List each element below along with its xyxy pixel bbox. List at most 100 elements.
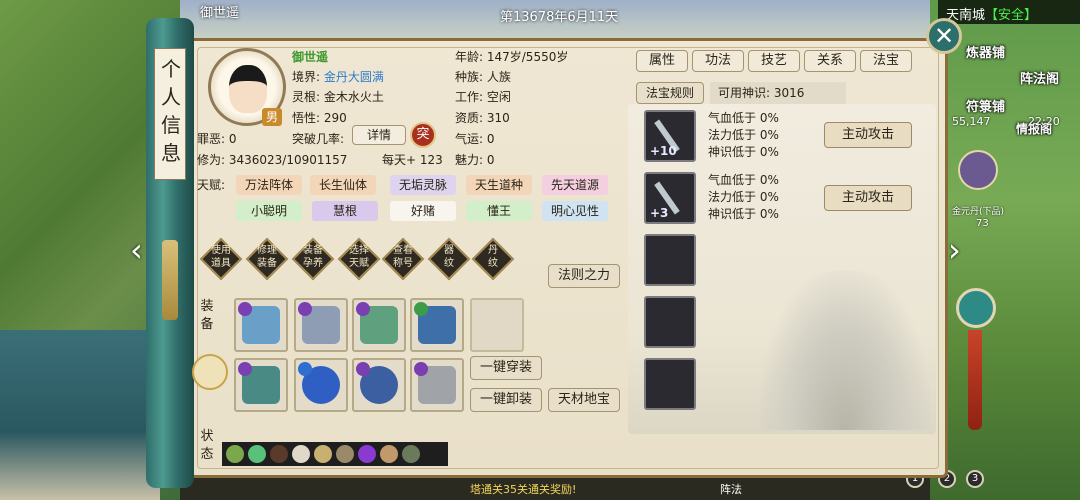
equipment-slot[interactable] (352, 298, 406, 352)
status-bar[interactable] (222, 442, 448, 466)
talent-label: 天赋: (197, 178, 226, 192)
equipment-slot[interactable] (234, 358, 288, 412)
npc-value: 73 (976, 218, 989, 229)
fabao-slot[interactable]: +3 (644, 172, 696, 224)
fabao-slot-empty[interactable] (644, 358, 696, 410)
talent-tag[interactable]: 万法阵体 (236, 175, 302, 195)
sense-condition: 神识低于 0% (708, 145, 779, 159)
fabao-slot-empty[interactable] (644, 234, 696, 286)
action-label: 纹 (444, 258, 454, 269)
tab-crafts[interactable]: 技艺 (748, 50, 800, 72)
status-effect-icon (358, 445, 376, 463)
talent-tag[interactable]: 无垢灵脉 (390, 175, 456, 195)
clock-time: 22:20 (1028, 115, 1060, 128)
law-power-button[interactable]: 法则之力 (548, 264, 620, 288)
status-effect-icon (402, 445, 420, 463)
tab-attributes[interactable]: 属性 (636, 50, 688, 72)
sin-value: 罪恶: 0 (197, 132, 237, 146)
comprehension: 悟性: 290 (292, 111, 347, 125)
talent-tag[interactable]: 懂王 (466, 201, 532, 221)
view-title-button[interactable]: 查看 称号 (381, 237, 425, 281)
fabao-slot[interactable]: +10 (644, 110, 696, 162)
equipment-slot-empty[interactable] (470, 298, 524, 352)
action-label: 称号 (393, 258, 413, 269)
choose-talent-button[interactable]: 选择 天赋 (337, 237, 381, 281)
location-bar[interactable]: 天南城【安全】 (938, 0, 1080, 24)
fabao-level: +3 (650, 206, 669, 220)
action-label: 装备 (257, 258, 277, 269)
chevron-right-icon[interactable]: › (948, 232, 984, 268)
action-label: 道具 (211, 258, 231, 269)
nurture-equipment-button[interactable]: 装备 孕养 (291, 237, 335, 281)
equipment-slot[interactable] (294, 358, 348, 412)
action-label: 孕养 (303, 258, 323, 269)
tab-fabao[interactable]: 法宝 (860, 50, 912, 72)
pill-pattern-button[interactable]: 丹纹 (471, 237, 515, 281)
fabao-conditions: 气血低于 0% 法力低于 0% 神识低于 0% (708, 172, 779, 223)
shop-talisman[interactable]: 符箓铺 (966, 96, 1005, 115)
breakthrough-button[interactable]: 突 (410, 122, 436, 148)
tab-relations[interactable]: 关系 (804, 50, 856, 72)
equipment-set-icon[interactable] (192, 354, 228, 390)
action-label: 丹 (488, 245, 498, 256)
action-label: 使用 (211, 245, 231, 256)
page-3-button[interactable]: 3 (966, 470, 984, 488)
talent-tag[interactable]: 先天道源 (542, 175, 608, 195)
equipment-label: 装备 (200, 299, 214, 332)
status-effect-icon (292, 445, 310, 463)
shop-formation[interactable]: 阵法阁 (1020, 68, 1059, 87)
repair-equipment-button[interactable]: 修理 装备 (245, 237, 289, 281)
bottom-notice[interactable]: 塔通关35关通关奖励! (470, 481, 576, 497)
equipment-slot[interactable] (352, 358, 406, 412)
talent-tag[interactable]: 天生道种 (466, 175, 532, 195)
action-label: 查看 (393, 245, 413, 256)
panel-title: 个人信息 (161, 57, 181, 165)
equipment-slot[interactable] (234, 298, 288, 352)
talent-tag[interactable]: 明心见性 (542, 201, 608, 221)
equipment-slot[interactable] (410, 298, 464, 352)
fabao-rule-button[interactable]: 法宝规则 (636, 82, 704, 104)
npc-avatar[interactable] (958, 150, 998, 190)
npc-name: 金元丹(下品) (952, 207, 1005, 217)
cultivation: 修为: 3436023/10901157 (197, 153, 348, 167)
spirit-root: 灵根: 金木水火土 (292, 90, 384, 104)
fabao-slot-empty[interactable] (644, 296, 696, 348)
use-item-button[interactable]: 使用 道具 (199, 237, 243, 281)
equipment-slot[interactable] (294, 298, 348, 352)
active-attack-button[interactable]: 主动攻击 (824, 122, 912, 148)
close-button[interactable]: ✕ (926, 18, 962, 54)
player-tag: 御世遥 (200, 6, 240, 21)
talent-tag[interactable]: 小聪明 (236, 201, 302, 221)
hp-condition: 气血低于 0% (708, 173, 779, 187)
equipment-slot[interactable] (410, 358, 464, 412)
status-effect-icon (248, 445, 266, 463)
talent-tag[interactable]: 长生仙体 (310, 175, 376, 195)
tab-skills[interactable]: 功法 (692, 50, 744, 72)
talent-tag[interactable]: 慧根 (312, 201, 378, 221)
safety-status: 【安全】 (985, 8, 1038, 23)
cultivation-per-day: 每天+ 123 (382, 153, 443, 167)
status-effect-icon (270, 445, 288, 463)
scroll-tassel-icon (162, 240, 178, 320)
fabao-level: +10 (650, 144, 677, 158)
shop-forge[interactable]: 炼器铺 (966, 42, 1005, 61)
mp-condition: 法力低于 0% (708, 128, 779, 142)
available-sense: 可用神识: 3016 (710, 82, 846, 104)
status-effect-icon (226, 445, 244, 463)
active-attack-button[interactable]: 主动攻击 (824, 185, 912, 211)
character-name: 御世遥 (292, 50, 329, 64)
breakthrough-label: 突破几率: (292, 132, 345, 146)
talent-tag[interactable]: 好赌 (390, 201, 456, 221)
charm: 魅力: 0 (455, 153, 495, 167)
jade-disc-icon[interactable] (956, 288, 996, 328)
detail-button[interactable]: 详情 (352, 125, 406, 145)
artifact-pattern-button[interactable]: 器纹 (427, 237, 471, 281)
realm-value: 金丹大圆满 (323, 70, 384, 84)
one-click-equip-button[interactable]: 一键穿装 (470, 356, 542, 380)
race: 种族: 人族 (455, 70, 511, 84)
one-click-unequip-button[interactable]: 一键卸装 (470, 388, 542, 412)
aptitude: 资质: 310 (455, 111, 510, 125)
treasure-button[interactable]: 天材地宝 (548, 388, 620, 412)
status-effect-icon (314, 445, 332, 463)
status-effect-icon (336, 445, 354, 463)
